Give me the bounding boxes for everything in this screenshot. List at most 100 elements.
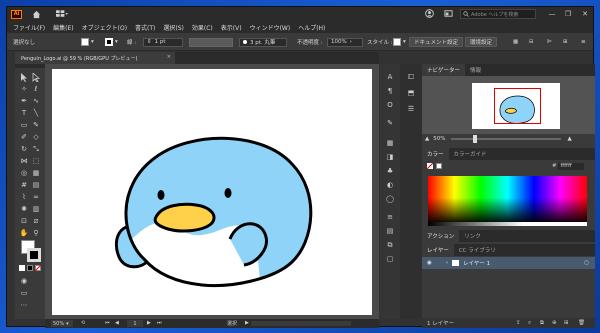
artboards-panel-icon[interactable]: ▢ [385, 254, 395, 264]
fill-swatch[interactable] [81, 38, 89, 46]
tab-color-guide[interactable]: カラーガイド [449, 150, 492, 158]
rectangle-tool-icon[interactable]: ▭ [19, 120, 29, 130]
curvature-tool-icon[interactable]: ∿ [31, 96, 41, 106]
layer-row[interactable]: ◉ › レイヤー 1 ○ [422, 257, 595, 269]
appearance-panel-icon[interactable]: ◐ [385, 180, 395, 190]
variable-width-profile[interactable] [189, 37, 233, 47]
close-icon[interactable]: ✕ [578, 7, 592, 21]
graph-tool-icon[interactable]: ▥ [31, 204, 41, 214]
menu-file[interactable]: ファイル(F) [13, 23, 45, 32]
menu-edit[interactable]: 編集(E) [53, 23, 73, 32]
menu-select[interactable]: 選択(S) [163, 23, 184, 32]
tab-color[interactable]: カラー [422, 148, 449, 160]
workspace-switcher-icon[interactable] [55, 10, 69, 19]
layers-panel-icon[interactable]: ⧉ [385, 240, 395, 250]
opentype-panel-icon[interactable]: O [385, 100, 395, 110]
type-tool-icon[interactable]: T [19, 108, 29, 118]
hex-field[interactable]: # ffffff [552, 163, 585, 170]
new-sublayer-icon[interactable]: ⊕ [552, 320, 557, 326]
stroke-stepper-icon[interactable]: ⇕ [147, 39, 152, 45]
eyedropper-tool-icon[interactable]: ⌇ [19, 192, 29, 202]
screen-mode-icon[interactable]: ▭ [19, 288, 29, 298]
width-tool-icon[interactable]: ⋈ [19, 156, 29, 166]
swatches-panel-icon[interactable]: ▦ [385, 138, 395, 148]
tab-layers[interactable]: レイヤー [422, 244, 454, 256]
menu-object[interactable]: オブジェクト(O) [82, 23, 127, 32]
clipping-mask-icon[interactable]: ⧉ [540, 320, 544, 327]
restore-icon[interactable]: ❐ [561, 7, 575, 21]
gradient-tool-icon[interactable]: ▤ [31, 180, 41, 190]
selection-tool-icon[interactable] [19, 72, 29, 82]
properties-panel-icon[interactable]: ☰ [406, 104, 416, 114]
preferences-button[interactable]: 環境設定 [465, 37, 498, 47]
line-tool-icon[interactable]: ╲ [31, 108, 41, 118]
locate-object-icon[interactable]: ⌕ [528, 320, 531, 327]
character-panel-icon[interactable]: A [385, 72, 395, 82]
zoom-out-icon[interactable]: ▲ [425, 136, 429, 142]
paintbrush-tool-icon[interactable]: ✎ [31, 120, 41, 130]
navigator-view-rectangle[interactable] [494, 88, 541, 124]
minimize-icon[interactable]: — [545, 7, 559, 21]
hand-tool-icon[interactable]: ✋ [19, 228, 29, 238]
symbols-panel-icon[interactable]: ♣ [385, 166, 395, 176]
menu-view[interactable]: 表示(V) [221, 23, 242, 32]
rotate-tool-icon[interactable]: ↻ [19, 144, 29, 154]
navigator-preview[interactable] [422, 76, 595, 134]
visibility-eye-icon[interactable]: ◉ [427, 260, 432, 266]
penguin-illustration[interactable] [52, 69, 372, 315]
grayscale-ramp[interactable] [428, 222, 587, 226]
zoom-slider-thumb[interactable] [473, 135, 478, 143]
canvas-area[interactable] [45, 64, 379, 319]
libraries-panel-icon[interactable]: ⧠ [406, 72, 416, 82]
arrange-icon[interactable]: ⊫ [547, 37, 552, 47]
pen-tool-icon[interactable]: ✒ [19, 96, 29, 106]
color-mode-icon[interactable] [19, 265, 25, 271]
rotate-view-icon[interactable]: ⟲ [81, 320, 85, 326]
artboard-number-field[interactable]: 1 [127, 320, 143, 327]
zoom-in-icon[interactable]: ▲ [567, 136, 571, 142]
menu-help[interactable]: ヘルプ(H) [298, 23, 325, 32]
shape-builder-tool-icon[interactable]: ◎ [19, 168, 29, 178]
artboard-tool-icon[interactable]: ⊡ [19, 216, 29, 226]
tab-cc-libraries[interactable]: CC ライブラリ [454, 246, 501, 254]
new-layer-icon[interactable]: ⊞ [564, 320, 569, 326]
transform-icon[interactable]: ▦ [513, 37, 518, 47]
none-mode-icon[interactable] [35, 265, 41, 271]
horizontal-scrollbar[interactable] [251, 321, 351, 326]
stroke-panel-icon[interactable]: ≡ [385, 212, 395, 222]
export-icon[interactable]: ⇪ [516, 320, 521, 326]
menu-type[interactable]: 書式(T) [135, 23, 155, 32]
menu-effect[interactable]: 効果(C) [192, 23, 213, 32]
tab-navigator[interactable]: ナビゲーター [422, 64, 466, 76]
gradient-mode-icon[interactable] [27, 265, 33, 271]
next-artboard-icon[interactable]: ▶ [147, 320, 151, 326]
gradient-panel-icon[interactable]: ▤ [385, 226, 395, 236]
align-icon[interactable]: ⊟ [529, 37, 534, 47]
direct-selection-tool-icon[interactable] [31, 72, 41, 82]
first-artboard-icon[interactable]: ⏮ [105, 320, 110, 326]
expand-chevron-icon[interactable]: › [446, 260, 448, 266]
brush-definition-dropdown[interactable]: 3 pt. 丸筆 [239, 37, 287, 47]
arrange-documents-icon[interactable] [444, 9, 454, 19]
opacity-field[interactable]: 100% › [327, 37, 363, 47]
shaper-tool-icon[interactable]: ✐ [19, 132, 29, 142]
zoom-tool-icon[interactable]: ⚲ [31, 228, 41, 238]
lasso-tool-icon[interactable]: ℓ [31, 84, 41, 94]
white-color-icon[interactable] [436, 163, 442, 169]
mesh-tool-icon[interactable]: # [19, 180, 29, 190]
stroke-swatch[interactable] [105, 38, 113, 46]
eraser-tool-icon[interactable]: ◇ [31, 132, 41, 142]
free-transform-tool-icon[interactable]: ⬚ [31, 156, 41, 166]
user-account-icon[interactable] [425, 9, 435, 19]
prev-artboard-icon[interactable]: ◀ [115, 320, 119, 326]
zoom-level-field[interactable]: 50% ▾ [51, 320, 73, 327]
graphic-styles-panel-icon[interactable]: ◨ [385, 152, 395, 162]
chevron-down-icon[interactable]: ▾ [91, 39, 94, 45]
menu-window[interactable]: ウィンドウ(W) [250, 23, 291, 32]
magic-wand-tool-icon[interactable]: ✧ [19, 84, 29, 94]
zoom-slider[interactable] [451, 135, 562, 143]
perspective-grid-tool-icon[interactable]: ▦ [31, 168, 41, 178]
target-circle-icon[interactable]: ○ [584, 260, 589, 266]
delete-layer-icon[interactable]: 🗑 [578, 320, 585, 326]
none-color-icon[interactable] [426, 162, 434, 170]
